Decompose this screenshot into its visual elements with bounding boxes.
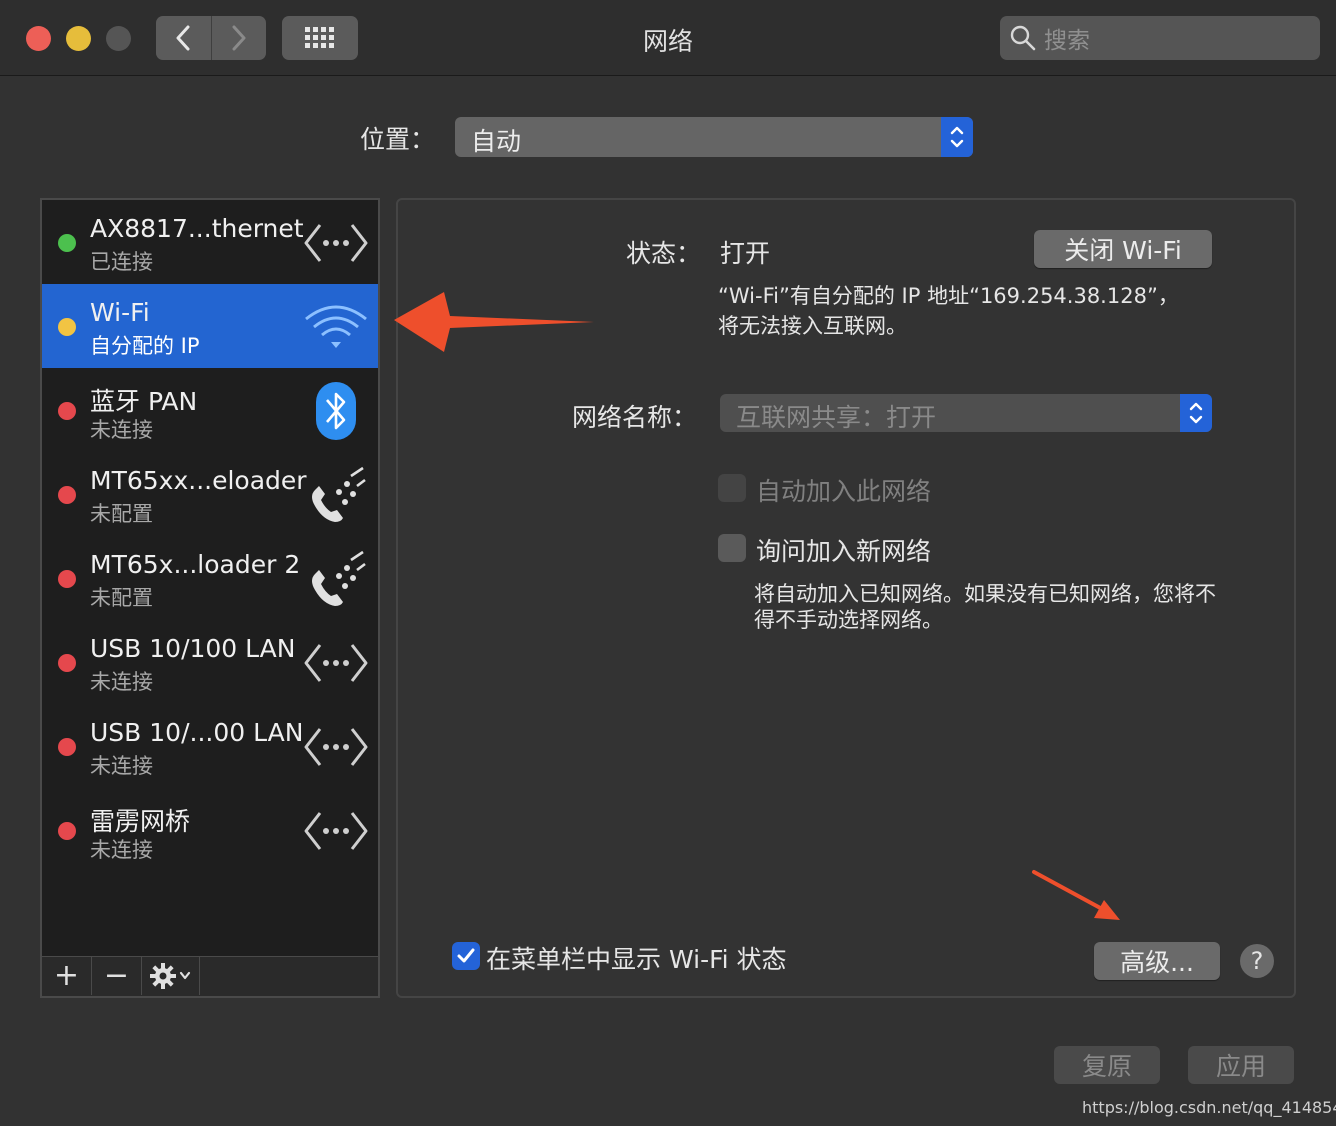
chevron-left-icon bbox=[176, 25, 190, 51]
network-name-value: 互联网共享：打开 bbox=[736, 403, 937, 432]
location-value: 自动 bbox=[471, 127, 522, 156]
auto-join-checkbox[interactable] bbox=[718, 474, 746, 502]
service-status: 未配置 bbox=[90, 502, 153, 526]
show-menubar-checkbox[interactable] bbox=[452, 942, 480, 970]
network-name-select[interactable]: 互联网共享：打开 bbox=[720, 394, 1212, 432]
service-usb-lan-2[interactable]: USB 10/...00 LAN 未连接 bbox=[42, 704, 378, 788]
service-list-toolbar: + − bbox=[40, 956, 380, 998]
ask-join-description-line-2: 得不手动选择网络。 bbox=[754, 608, 943, 632]
search-icon bbox=[1010, 25, 1036, 51]
service-list: AX8817...thernet 已连接 Wi-Fi 自分配的 IP 蓝牙 PA… bbox=[40, 198, 380, 958]
show-menubar-label: 在菜单栏中显示 Wi-Fi 状态 bbox=[486, 945, 787, 974]
service-status: 自分配的 IP bbox=[90, 334, 200, 358]
help-button[interactable]: ? bbox=[1240, 944, 1274, 978]
minus-icon: − bbox=[103, 958, 130, 993]
wifi-icon bbox=[302, 300, 370, 354]
network-name-label: 网络名称： bbox=[572, 403, 698, 432]
location-select[interactable]: 自动 bbox=[455, 117, 973, 157]
chevron-up-down-icon bbox=[1189, 402, 1203, 424]
back-forward-group bbox=[156, 16, 266, 60]
location-stepper[interactable] bbox=[941, 117, 973, 157]
bluetooth-icon bbox=[302, 382, 370, 440]
advanced-button[interactable]: 高级... bbox=[1094, 942, 1220, 980]
location-label: 位置： bbox=[360, 125, 436, 154]
minimize-window-button[interactable] bbox=[66, 26, 91, 51]
chevron-up-down-icon bbox=[950, 126, 964, 148]
grid-icon bbox=[305, 27, 334, 48]
status-dot bbox=[58, 318, 76, 336]
revert-button[interactable]: 复原 bbox=[1054, 1046, 1160, 1084]
service-status: 未连接 bbox=[90, 670, 153, 694]
service-mt65xx-preloader-2[interactable]: MT65x...loader 2 未配置 bbox=[42, 536, 378, 620]
show-all-button[interactable] bbox=[282, 16, 358, 60]
zoom-window-button[interactable] bbox=[106, 26, 131, 51]
title-bar: 网络 搜索 bbox=[0, 0, 1336, 76]
service-name: 雷雳网桥 bbox=[90, 807, 191, 836]
watermark: https://blog.csdn.net/qq_41485414 bbox=[1082, 1098, 1336, 1117]
status-dot bbox=[58, 402, 76, 420]
ask-join-label: 询问加入新网络 bbox=[756, 537, 932, 566]
status-dot bbox=[58, 654, 76, 672]
service-name: Wi-Fi bbox=[90, 298, 150, 327]
ethernet-icon bbox=[302, 720, 370, 774]
remove-service-button[interactable]: − bbox=[92, 957, 142, 995]
ethernet-icon bbox=[302, 804, 370, 858]
modem-phone-icon bbox=[302, 550, 370, 606]
service-bluetooth-pan[interactable]: 蓝牙 PAN 未连接 bbox=[42, 368, 378, 452]
forward-button[interactable] bbox=[210, 16, 267, 60]
service-name: MT65xx...eloader bbox=[90, 466, 307, 495]
service-status: 未连接 bbox=[90, 418, 153, 442]
plus-icon: + bbox=[53, 958, 80, 993]
service-name: MT65x...loader 2 bbox=[90, 550, 301, 579]
status-dot bbox=[58, 738, 76, 756]
service-status: 未连接 bbox=[90, 838, 153, 862]
service-name: 蓝牙 PAN bbox=[90, 387, 198, 416]
service-status: 已连接 bbox=[90, 250, 153, 274]
status-dot bbox=[58, 486, 76, 504]
chevron-right-icon bbox=[232, 25, 246, 51]
status-description-line-2: 将无法接入互联网。 bbox=[718, 314, 907, 338]
search-placeholder: 搜索 bbox=[1044, 28, 1090, 54]
status-dot bbox=[58, 822, 76, 840]
service-name: AX8817...thernet bbox=[90, 214, 304, 243]
service-status: 未配置 bbox=[90, 586, 153, 610]
status-value: 打开 bbox=[720, 239, 771, 268]
close-window-button[interactable] bbox=[26, 26, 51, 51]
network-name-stepper[interactable] bbox=[1180, 394, 1212, 432]
modem-phone-icon bbox=[302, 466, 370, 522]
apply-button[interactable]: 应用 bbox=[1188, 1046, 1294, 1084]
search-field[interactable]: 搜索 bbox=[1000, 16, 1320, 60]
gear-icon bbox=[149, 963, 190, 989]
status-dot bbox=[58, 570, 76, 588]
ethernet-icon bbox=[302, 636, 370, 690]
action-menu-button[interactable] bbox=[142, 957, 200, 995]
service-mt65xx-preloader[interactable]: MT65xx...eloader 未配置 bbox=[42, 452, 378, 536]
turn-off-wifi-button[interactable]: 关闭 Wi-Fi bbox=[1034, 230, 1212, 268]
service-usb-lan[interactable]: USB 10/100 LAN 未连接 bbox=[42, 620, 378, 704]
status-dot bbox=[58, 234, 76, 252]
add-service-button[interactable]: + bbox=[42, 957, 92, 995]
service-name: USB 10/...00 LAN bbox=[90, 718, 304, 747]
detail-panel: 状态： 打开 关闭 Wi-Fi “Wi-Fi”有自分配的 IP 地址“169.2… bbox=[396, 198, 1296, 998]
service-name: USB 10/100 LAN bbox=[90, 634, 296, 663]
service-thunderbolt-bridge[interactable]: 雷雳网桥 未连接 bbox=[42, 788, 378, 872]
ask-join-checkbox[interactable] bbox=[718, 534, 746, 562]
status-label: 状态： bbox=[626, 239, 702, 268]
back-button[interactable] bbox=[156, 16, 211, 60]
checkmark-icon bbox=[457, 948, 475, 963]
service-wifi[interactable]: Wi-Fi 自分配的 IP bbox=[42, 284, 378, 368]
service-ax8817-ethernet[interactable]: AX8817...thernet 已连接 bbox=[42, 200, 378, 284]
service-status: 未连接 bbox=[90, 754, 153, 778]
auto-join-label: 自动加入此网络 bbox=[756, 477, 932, 506]
ethernet-icon bbox=[302, 216, 370, 270]
status-description-line-1: “Wi-Fi”有自分配的 IP 地址“169.254.38.128”， bbox=[718, 284, 1179, 308]
